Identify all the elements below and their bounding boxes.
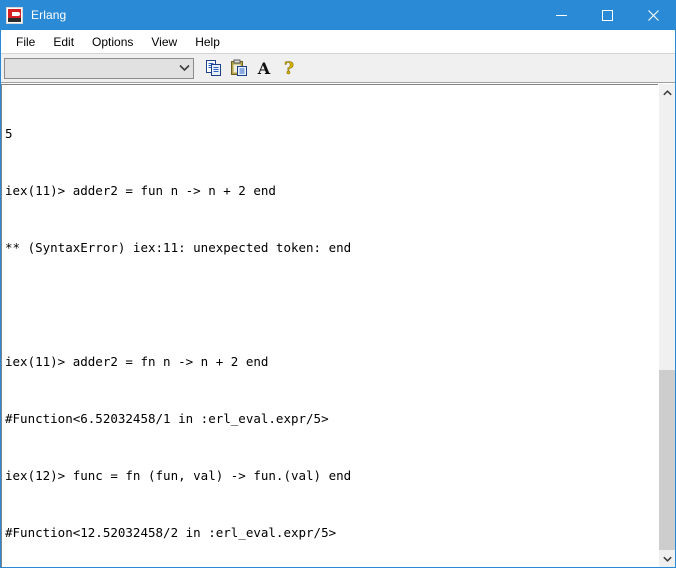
close-icon <box>647 9 659 21</box>
paste-icon <box>231 59 247 76</box>
scrollbar-thumb[interactable] <box>659 370 675 550</box>
terminal-area: 5 iex(11)> adder2 = fun n -> n + 2 end *… <box>1 83 675 567</box>
minimize-icon <box>555 14 567 16</box>
vertical-scrollbar[interactable] <box>658 84 675 567</box>
menu-bar: File Edit Options View Help <box>1 30 675 54</box>
terminal-line: ** (SyntaxError) iex:11: unexpected toke… <box>5 240 352 255</box>
terminal-line: iex(12)> func = fn (fun, val) -> fun.(va… <box>5 468 352 483</box>
terminal-line: #Function<12.52032458/2 in :erl_eval.exp… <box>5 525 337 540</box>
terminal-output[interactable]: 5 iex(11)> adder2 = fun n -> n + 2 end *… <box>2 85 658 567</box>
menu-item-edit[interactable]: Edit <box>44 31 83 53</box>
window-controls <box>538 0 676 30</box>
close-button[interactable] <box>630 0 676 30</box>
window-title: Erlang <box>31 8 67 22</box>
command-combobox[interactable] <box>4 57 194 79</box>
tool-bar: A ? <box>1 54 675 83</box>
paste-button[interactable] <box>227 56 251 80</box>
terminal-line: 5 <box>5 126 13 141</box>
terminal-frame: 5 iex(11)> adder2 = fun n -> n + 2 end *… <box>1 84 658 567</box>
scroll-down-button[interactable] <box>659 550 675 567</box>
help-button[interactable]: ? <box>277 56 301 80</box>
scrollbar-track[interactable] <box>659 101 675 550</box>
terminal-line: iex(11)> adder2 = fun n -> n + 2 end <box>5 183 276 198</box>
erlang-window: Erlang File Edit Options View Help A ? 5… <box>0 0 676 568</box>
minimize-button[interactable] <box>538 0 584 30</box>
chevron-up-icon <box>662 89 672 95</box>
menu-item-file[interactable]: File <box>7 31 44 53</box>
chevron-down-icon <box>662 556 672 562</box>
chevron-down-icon[interactable] <box>176 59 193 78</box>
font-icon: A <box>257 59 271 77</box>
svg-text:?: ? <box>284 59 294 77</box>
erlang-logo-icon <box>6 6 23 24</box>
menu-item-options[interactable]: Options <box>83 31 142 53</box>
maximize-icon <box>601 9 613 21</box>
scroll-up-button[interactable] <box>659 84 675 101</box>
menu-item-view[interactable]: View <box>142 31 186 53</box>
font-button[interactable]: A <box>252 56 276 80</box>
copy-button[interactable] <box>202 56 226 80</box>
title-bar: Erlang <box>0 0 676 30</box>
menu-item-help[interactable]: Help <box>186 31 229 53</box>
terminal-line: iex(11)> adder2 = fn n -> n + 2 end <box>5 354 269 369</box>
svg-text:A: A <box>257 59 271 77</box>
copy-icon <box>206 60 221 76</box>
client-area: File Edit Options View Help A ? 5 iex(11… <box>1 30 675 567</box>
terminal-line: #Function<6.52032458/1 in :erl_eval.expr… <box>5 411 329 426</box>
maximize-button[interactable] <box>584 0 630 30</box>
help-question-icon: ? <box>284 59 295 77</box>
